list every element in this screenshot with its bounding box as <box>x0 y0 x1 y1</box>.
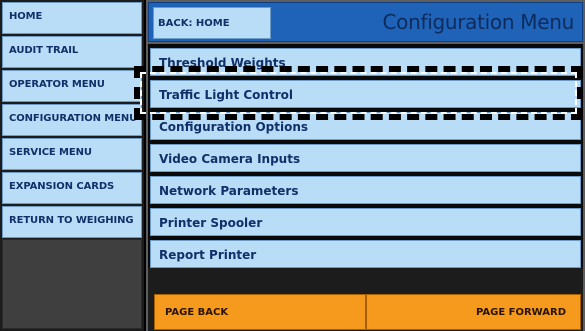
menu-item-label: Threshold Weights <box>159 56 286 70</box>
header-bar: BACK: HOME Configuration Menu <box>148 2 583 42</box>
sidebar-item-label: HOME <box>9 11 43 22</box>
sidebar-empty-panel <box>2 239 142 329</box>
sidebar: HOME AUDIT TRAIL OPERATOR MENU CONFIGURA… <box>0 0 146 331</box>
app-window: HOME AUDIT TRAIL OPERATOR MENU CONFIGURA… <box>0 0 585 331</box>
sidebar-item-label: RETURN TO WEIGHING <box>9 215 134 226</box>
menu-item-printer-spooler[interactable]: Printer Spooler <box>150 208 581 236</box>
sidebar-item-return-to-weighing[interactable]: RETURN TO WEIGHING <box>2 206 142 238</box>
footer-bar: PAGE BACK PAGE FORWARD <box>148 268 583 331</box>
page-title: Configuration Menu <box>382 10 574 34</box>
menu-item-label: Report Printer <box>159 248 257 262</box>
menu-item-video-camera-inputs[interactable]: Video Camera Inputs <box>150 144 581 172</box>
sidebar-item-home[interactable]: HOME <box>2 2 142 34</box>
menu-item-network-parameters[interactable]: Network Parameters <box>150 176 581 204</box>
sidebar-item-label: EXPANSION CARDS <box>9 181 115 192</box>
back-button-label: BACK: HOME <box>158 18 230 29</box>
menu-item-label: Network Parameters <box>159 184 299 198</box>
page-back-label: PAGE BACK <box>165 307 229 318</box>
menu-item-traffic-light-control[interactable]: Traffic Light Control <box>150 80 581 108</box>
menu-item-threshold-weights[interactable]: Threshold Weights <box>150 48 581 76</box>
sidebar-item-operator-menu[interactable]: OPERATOR MENU <box>2 70 142 102</box>
menu-item-label: Traffic Light Control <box>159 88 293 102</box>
back-button[interactable]: BACK: HOME <box>153 7 271 39</box>
menu-item-label: Video Camera Inputs <box>159 152 301 166</box>
sidebar-item-label: OPERATOR MENU <box>9 79 105 90</box>
sidebar-item-label: AUDIT TRAIL <box>9 45 79 56</box>
sidebar-item-expansion-cards[interactable]: EXPANSION CARDS <box>2 172 142 204</box>
page-back-button[interactable]: PAGE BACK <box>154 294 366 330</box>
menu-item-label: Configuration Options <box>159 120 309 134</box>
sidebar-item-configuration-menu[interactable]: CONFIGURATION MENU <box>2 104 142 136</box>
sidebar-item-label: CONFIGURATION MENU <box>9 113 138 124</box>
sidebar-item-label: SERVICE MENU <box>9 147 92 158</box>
page-forward-label: PAGE FORWARD <box>475 307 566 318</box>
menu-list: Threshold Weights Traffic Light Control … <box>148 44 583 268</box>
page-forward-button[interactable]: PAGE FORWARD <box>366 294 581 330</box>
menu-item-label: Printer Spooler <box>159 216 263 230</box>
menu-item-configuration-options[interactable]: Configuration Options <box>150 112 581 140</box>
sidebar-item-audit-trail[interactable]: AUDIT TRAIL <box>2 36 142 68</box>
menu-item-report-printer[interactable]: Report Printer <box>150 240 581 268</box>
sidebar-item-service-menu[interactable]: SERVICE MENU <box>2 138 142 170</box>
